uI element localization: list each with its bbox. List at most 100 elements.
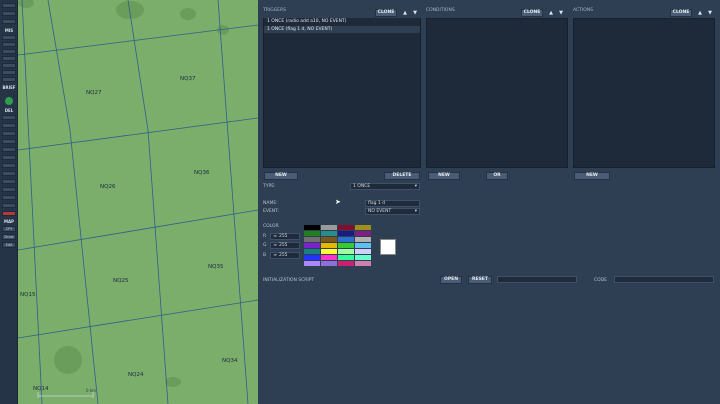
toolbar-button[interactable]	[2, 63, 16, 68]
color-swatch[interactable]	[355, 255, 371, 260]
toolbar-draw-button[interactable]: Draw	[2, 234, 16, 240]
toolbar-button[interactable]	[2, 35, 16, 40]
color-swatch[interactable]	[355, 243, 371, 248]
color-swatch[interactable]	[321, 231, 337, 236]
grid-label: NQ35	[208, 264, 224, 270]
type-select[interactable]: 1 ONCE ▾	[350, 183, 420, 190]
toolbar-button[interactable]	[2, 115, 16, 120]
color-swatch[interactable]	[304, 255, 320, 260]
toolbar-button[interactable]	[2, 203, 16, 208]
event-select[interactable]: NO EVENT ▾	[365, 208, 420, 215]
color-swatch[interactable]	[321, 255, 337, 260]
reset-script-button[interactable]: RESET	[468, 276, 492, 284]
toolbar-button[interactable]	[2, 155, 16, 160]
toolbar-button[interactable]	[2, 56, 16, 61]
color-swatch[interactable]	[338, 231, 354, 236]
toolbar-button[interactable]	[2, 11, 16, 16]
triggers-list[interactable]	[263, 18, 421, 168]
g-label: G	[263, 243, 267, 248]
color-swatch[interactable]	[321, 225, 337, 230]
color-swatch[interactable]	[338, 225, 354, 230]
or-condition-button[interactable]: OR	[486, 172, 508, 180]
move-up-icon[interactable]: ▲	[696, 9, 704, 17]
green-value: 255	[278, 243, 288, 248]
toolbar-button[interactable]	[2, 19, 16, 24]
color-swatch[interactable]	[321, 243, 337, 248]
color-swatch[interactable]	[304, 249, 320, 254]
move-up-icon[interactable]: ▲	[547, 9, 555, 17]
color-swatch[interactable]	[304, 261, 320, 266]
move-down-icon[interactable]: ▼	[706, 9, 714, 17]
toolbar-button[interactable]	[2, 70, 16, 75]
grid-label: NQ14	[33, 386, 49, 392]
red-stepper[interactable]: ◂▸ 255	[270, 233, 300, 240]
new-trigger-button[interactable]: NEW	[264, 172, 298, 180]
color-swatch[interactable]	[321, 249, 337, 254]
grid-label: NQ25	[113, 278, 129, 284]
actions-list[interactable]	[573, 18, 715, 168]
toolbar-button[interactable]	[2, 131, 16, 136]
map-scale-label: 0 km	[86, 388, 97, 393]
green-stepper[interactable]: ◂▸ 255	[270, 242, 300, 249]
color-swatch[interactable]	[338, 261, 354, 266]
new-condition-button[interactable]: NEW	[428, 172, 460, 180]
toolbar-button[interactable]	[2, 42, 16, 47]
toolbar-copy-button[interactable]: CPY	[2, 226, 16, 232]
color-palette[interactable]	[304, 225, 372, 267]
color-swatch[interactable]	[321, 261, 337, 266]
toolbar-section-briefing[interactable]: BRIEF	[0, 85, 18, 90]
toolbar-button[interactable]	[2, 147, 16, 152]
toolbar-button[interactable]	[2, 123, 16, 128]
type-label: TYPE:	[263, 184, 276, 189]
color-swatch[interactable]	[338, 255, 354, 260]
event-value: NO EVENT	[368, 209, 392, 214]
color-swatch[interactable]	[304, 225, 320, 230]
init-script-path-field[interactable]	[497, 276, 577, 283]
move-down-icon[interactable]: ▼	[557, 9, 565, 17]
actions-clone-button[interactable]: CLONE	[670, 9, 692, 17]
toolbar-section-del[interactable]: DEL	[0, 108, 18, 113]
toolbar-edit-button[interactable]: Edit	[2, 242, 16, 248]
toolbar-button[interactable]	[2, 163, 16, 168]
globe-icon[interactable]	[5, 97, 13, 105]
conditions-clone-button[interactable]: CLONE	[521, 9, 543, 17]
open-script-button[interactable]: OPEN	[440, 276, 462, 284]
name-input[interactable]: flag 1 d	[365, 200, 420, 207]
color-swatch[interactable]	[355, 249, 371, 254]
color-swatch[interactable]	[355, 231, 371, 236]
conditions-list[interactable]	[426, 18, 568, 168]
color-swatch[interactable]	[304, 237, 320, 242]
color-swatch[interactable]	[338, 249, 354, 254]
toolbar-button[interactable]	[2, 139, 16, 144]
blue-stepper[interactable]: ◂▸ 255	[270, 252, 300, 259]
type-value: 1 ONCE	[353, 184, 371, 189]
move-down-icon[interactable]: ▼	[411, 9, 419, 17]
toolbar-button[interactable]	[2, 187, 16, 192]
move-up-icon[interactable]: ▲	[401, 9, 409, 17]
color-swatch[interactable]	[338, 243, 354, 248]
toolbar-button[interactable]	[2, 77, 16, 82]
new-action-button[interactable]: NEW	[574, 172, 610, 180]
list-item-selected[interactable]: 1 ONCE (flag 1 d, NO EVENT)	[264, 26, 420, 33]
list-item[interactable]: 1 ONCE (radio add a10, NO EVENT)	[264, 18, 420, 25]
toolbar-button[interactable]	[2, 49, 16, 54]
color-swatch[interactable]	[355, 225, 371, 230]
toolbar-button[interactable]	[2, 3, 16, 8]
terrain-patch	[18, 0, 34, 8]
toolbar-button-red[interactable]	[2, 211, 16, 216]
b-label: B	[263, 253, 267, 258]
toolbar-button[interactable]	[2, 195, 16, 200]
toolbar-button[interactable]	[2, 171, 16, 176]
color-swatch[interactable]	[355, 237, 371, 242]
triggers-clone-button[interactable]: CLONE	[375, 9, 397, 17]
color-swatch[interactable]	[321, 237, 337, 242]
grid-label: NQ34	[222, 358, 238, 364]
color-swatch[interactable]	[304, 231, 320, 236]
toolbar-button[interactable]	[2, 179, 16, 184]
color-swatch[interactable]	[304, 243, 320, 248]
code-input[interactable]	[614, 276, 714, 283]
color-swatch[interactable]	[338, 237, 354, 242]
color-swatch[interactable]	[355, 261, 371, 266]
delete-trigger-button[interactable]: DELETE	[384, 172, 420, 180]
map-view[interactable]: NQ27 NQ37 NQ26 NQ36 NQ25 NQ35 NQ15 NQ24 …	[18, 0, 258, 404]
